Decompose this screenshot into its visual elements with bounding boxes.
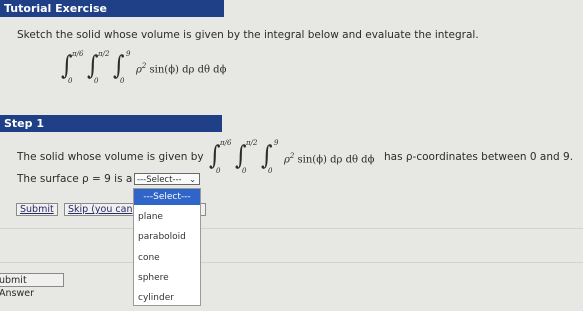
step-lower-limit-2: 0 <box>242 167 247 175</box>
step-lower-limit-3: 0 <box>268 167 273 175</box>
select-value: ---Select--- <box>137 175 182 185</box>
upper-limit-2: π/2 <box>98 50 110 58</box>
surface-text: The surface ρ = 9 is a <box>17 173 133 185</box>
step-upper-limit-3: 9 <box>274 139 279 147</box>
submit-button[interactable]: Submit <box>16 203 58 216</box>
dropdown-option-cylinder[interactable]: cylinder <box>134 288 200 308</box>
step-banner: Step 1 <box>0 115 222 132</box>
integral-sign-2: ∫ <box>87 51 99 81</box>
step-sentence-after: has ρ-coordinates between 0 and 9. <box>384 151 574 163</box>
header-banner: Tutorial Exercise <box>0 0 224 17</box>
lower-limit-3: 0 <box>120 77 125 85</box>
step-integral-sign-1: ∫ <box>209 141 221 171</box>
step-integrand: ρ2 sin(ϕ) dρ dθ dϕ <box>284 152 375 166</box>
step-upper-limit-1: π/6 <box>220 139 232 147</box>
integrand: ρ2 sin(ϕ) dρ dθ dϕ <box>136 62 227 76</box>
top-integral: ∫ π/6 0 ∫ π/2 0 ∫ 9 0 ρ2 sin(ϕ) dρ dθ dϕ <box>60 50 250 85</box>
surface-type-dropdown[interactable]: ---Select--- plane paraboloid cone spher… <box>133 188 201 306</box>
step-integral: ∫ π/6 0 ∫ π/2 0 ∫ 9 0 ρ2 sin(ϕ) dρ dθ dϕ <box>208 137 388 175</box>
dropdown-option-cone[interactable]: cone <box>134 248 200 268</box>
step-integral-sign-2: ∫ <box>235 141 247 171</box>
integral-sign-1: ∫ <box>61 51 73 81</box>
upper-limit-1: π/6 <box>72 50 84 58</box>
skip-button[interactable]: Skip (you can <box>64 203 134 216</box>
divider-2 <box>0 262 583 263</box>
chevron-down-icon: ⌄ <box>189 175 196 184</box>
step-title: Step 1 <box>4 117 44 130</box>
dropdown-option-plane[interactable]: plane <box>134 207 200 227</box>
divider-1 <box>0 228 583 229</box>
lower-limit-1: 0 <box>68 77 73 85</box>
dropdown-option-paraboloid[interactable]: paraboloid <box>134 227 200 247</box>
exercise-prompt: Sketch the solid whose volume is given b… <box>17 29 479 41</box>
surface-type-select[interactable]: ---Select--- ⌄ <box>134 173 200 185</box>
step-sentence-before: The solid whose volume is given by <box>17 151 204 163</box>
integral-sign-3: ∫ <box>113 51 125 81</box>
submit-answer-button[interactable]: ubmit Answer <box>0 273 64 299</box>
lower-limit-2: 0 <box>94 77 99 85</box>
dropdown-option-select[interactable]: ---Select--- <box>134 189 200 205</box>
step-lower-limit-1: 0 <box>216 167 221 175</box>
dropdown-option-sphere[interactable]: sphere <box>134 268 200 288</box>
header-title: Tutorial Exercise <box>4 2 107 15</box>
step-integral-sign-3: ∫ <box>261 141 273 171</box>
step-upper-limit-2: π/2 <box>246 139 258 147</box>
upper-limit-3: 9 <box>126 50 131 58</box>
